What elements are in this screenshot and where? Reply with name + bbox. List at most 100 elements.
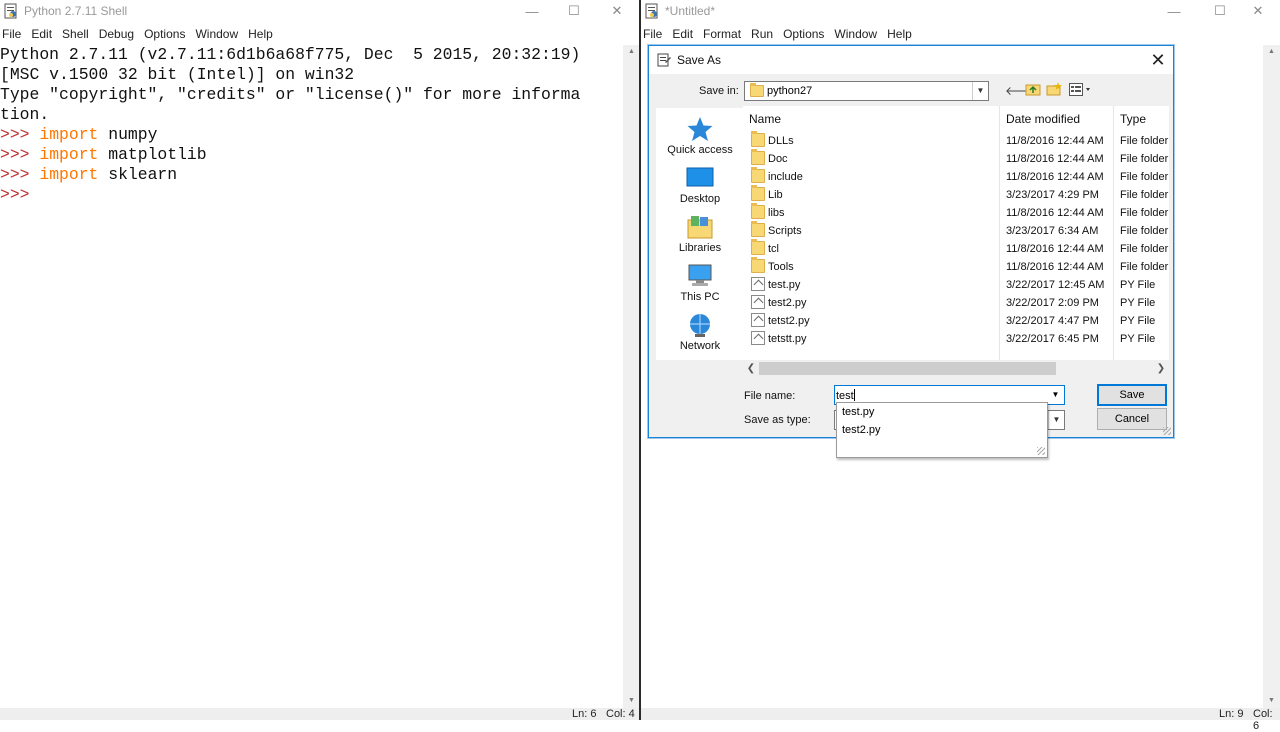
save-button[interactable]: Save	[1097, 384, 1167, 406]
scroll-down-icon[interactable]: ▼	[1263, 694, 1280, 708]
desktop-icon	[686, 165, 714, 191]
shell-statusbar: Ln: 6 Col: 4	[0, 708, 640, 720]
python-file-icon	[751, 331, 765, 345]
scroll-left-icon[interactable]: ❮	[743, 360, 759, 377]
shell-menubar: File Edit Shell Debug Options Window Hel…	[0, 22, 640, 46]
folder-icon	[751, 131, 765, 147]
scroll-up-icon[interactable]: ▲	[623, 45, 640, 59]
editor-scrollbar[interactable]: ▲ ▼	[1263, 45, 1280, 708]
file-row[interactable]: include 11/8/2016 12:44 AM File folder	[743, 167, 1169, 186]
place-this-pc[interactable]: This PC	[656, 263, 744, 303]
file-date-modified: 3/23/2017 6:34 AM	[1006, 225, 1099, 237]
maximize-icon[interactable]: ☐	[552, 0, 596, 22]
file-date-modified: 3/22/2017 4:47 PM	[1006, 315, 1099, 327]
console-line: >>> import sklearn	[0, 165, 622, 185]
column-type[interactable]: Type	[1120, 112, 1146, 126]
file-type: PY File	[1120, 315, 1156, 327]
menu-run[interactable]: Run	[751, 27, 779, 41]
menu-help[interactable]: Help	[248, 27, 279, 41]
save-as-dialog: Save As ✕ Save in: python27 ▼ 🡐 Quick ac…	[648, 45, 1174, 438]
place-libraries[interactable]: Libraries	[656, 214, 744, 254]
minimize-icon[interactable]: —	[510, 0, 554, 22]
chevron-down-icon[interactable]: ▼	[1048, 411, 1064, 429]
resize-grip-icon[interactable]	[1037, 447, 1045, 455]
menu-file[interactable]: File	[2, 27, 27, 41]
file-name: Scripts	[768, 225, 802, 237]
scroll-right-icon[interactable]: ❯	[1153, 360, 1169, 377]
file-row[interactable]: test.py 3/22/2017 12:45 AM PY File	[743, 276, 1169, 294]
save-in-label: Save in:	[699, 85, 739, 97]
computer-icon	[686, 263, 714, 289]
menu-shell[interactable]: Shell	[62, 27, 95, 41]
file-list[interactable]: ⌃ Name Date modified Type DLLs 11/8/2016 …	[743, 106, 1169, 360]
menu-options[interactable]: Options	[783, 27, 830, 41]
prompt: >>>	[0, 125, 40, 144]
folder-icon	[751, 221, 765, 237]
file-row[interactable]: libs 11/8/2016 12:44 AM File folder	[743, 203, 1169, 222]
shell-console[interactable]: Python 2.7.11 (v2.7.11:6d1b6a68f775, Dec…	[0, 45, 622, 205]
folder-icon	[751, 185, 765, 201]
editor-title: *Untitled*	[665, 4, 716, 18]
place-network[interactable]: Network	[656, 312, 744, 352]
file-type: File folder	[1120, 135, 1169, 147]
autocomplete-item[interactable]: test.py	[842, 406, 874, 418]
close-icon[interactable]: ✕	[1236, 0, 1280, 22]
file-row[interactable]: tcl 11/8/2016 12:44 AM File folder	[743, 239, 1169, 258]
autocomplete-item[interactable]: test2.py	[842, 424, 881, 436]
column-date-modified[interactable]: Date modified	[1006, 112, 1080, 126]
dialog-titlebar[interactable]: Save As ✕	[649, 46, 1173, 74]
scroll-down-icon[interactable]: ▼	[623, 694, 640, 708]
menu-help[interactable]: Help	[887, 27, 918, 41]
file-row[interactable]: Doc 11/8/2016 12:44 AM File folder	[743, 149, 1169, 168]
chevron-down-icon[interactable]: ▼	[1048, 386, 1063, 404]
file-name: test.py	[768, 279, 801, 291]
editor-statusbar: Ln: 9 Col: 6	[641, 708, 1280, 732]
close-icon[interactable]: ✕	[595, 0, 639, 22]
view-menu-icon[interactable]	[1069, 83, 1093, 101]
sort-arrow-icon: ⌃	[869, 106, 876, 112]
menu-file[interactable]: File	[643, 27, 668, 41]
file-row[interactable]: Scripts 3/23/2017 6:34 AM File folder	[743, 221, 1169, 240]
save-in-dropdown[interactable]: python27 ▼	[744, 81, 989, 101]
chevron-down-icon[interactable]: ▼	[972, 82, 988, 100]
close-icon[interactable]: ✕	[1147, 49, 1169, 71]
column-name[interactable]: Name	[749, 112, 781, 126]
scroll-thumb[interactable]	[759, 362, 1056, 375]
menu-format[interactable]: Format	[703, 27, 747, 41]
file-name: Doc	[768, 153, 788, 165]
file-row[interactable]: DLLs 11/8/2016 12:44 AM File folder	[743, 131, 1169, 150]
place-desktop[interactable]: Desktop	[656, 165, 744, 205]
up-folder-icon[interactable]	[1025, 82, 1041, 100]
menu-options[interactable]: Options	[144, 27, 191, 41]
keyword: import	[39, 125, 99, 144]
file-row[interactable]: tetstt.py 3/22/2017 6:45 PM PY File	[743, 330, 1169, 348]
menu-edit[interactable]: Edit	[672, 27, 699, 41]
new-folder-icon[interactable]	[1046, 82, 1062, 100]
file-type: PY File	[1120, 279, 1156, 291]
file-list-header: ⌃ Name Date modified Type	[743, 106, 1169, 360]
scroll-up-icon[interactable]: ▲	[1263, 45, 1280, 59]
console-text: Python 2.7.11 (v2.7.11:6d1b6a68f775, Dec…	[0, 45, 581, 64]
shell-titlebar[interactable]: Python 2.7.11 Shell — ☐ ✕	[0, 0, 640, 22]
file-row[interactable]: Tools 11/8/2016 12:44 AM File folder	[743, 257, 1169, 276]
folder-icon	[751, 257, 765, 273]
place-quick-access[interactable]: Quick access	[656, 116, 744, 156]
folder-icon	[751, 149, 765, 165]
console-line: >>> import matplotlib	[0, 145, 622, 165]
menu-window[interactable]: Window	[834, 27, 883, 41]
minimize-icon[interactable]: —	[1152, 0, 1196, 22]
folder-icon	[750, 83, 764, 97]
editor-titlebar[interactable]: *Untitled* — ☐ ✕	[641, 0, 1280, 22]
file-row[interactable]: Lib 3/23/2017 4:29 PM File folder	[743, 185, 1169, 204]
menu-debug[interactable]: Debug	[99, 27, 140, 41]
menu-edit[interactable]: Edit	[31, 27, 58, 41]
resize-grip-icon[interactable]	[1163, 427, 1171, 435]
file-row[interactable]: test2.py 3/22/2017 2:09 PM PY File	[743, 294, 1169, 312]
menu-window[interactable]: Window	[195, 27, 244, 41]
save-dialog-icon	[657, 53, 671, 67]
cancel-button[interactable]: Cancel	[1097, 408, 1167, 430]
shell-scrollbar[interactable]: ▲ ▼	[623, 45, 640, 708]
file-list-hscrollbar[interactable]: ❮ ❯	[743, 360, 1169, 377]
file-row[interactable]: tetst2.py 3/22/2017 4:47 PM PY File	[743, 312, 1169, 330]
editor-menubar: File Edit Format Run Options Window Help	[641, 22, 1280, 46]
